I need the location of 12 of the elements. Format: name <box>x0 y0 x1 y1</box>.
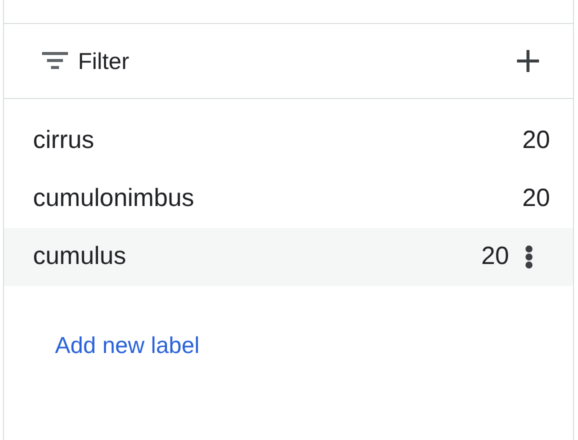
label-name: cirrus <box>33 125 94 156</box>
label-count: 20 <box>522 125 550 156</box>
label-count: 20 <box>522 183 550 214</box>
add-new-label-link[interactable]: Add new label <box>55 332 200 358</box>
filter-icon <box>42 52 68 70</box>
label-row[interactable]: cumulus 20 <box>4 228 573 286</box>
filter-label[interactable]: Filter <box>78 44 130 78</box>
label-count: 20 <box>481 241 509 272</box>
more-icon[interactable] <box>525 245 533 269</box>
add-icon[interactable] <box>517 50 539 72</box>
label-name: cumulonimbus <box>33 183 194 214</box>
label-name: cumulus <box>33 241 126 272</box>
